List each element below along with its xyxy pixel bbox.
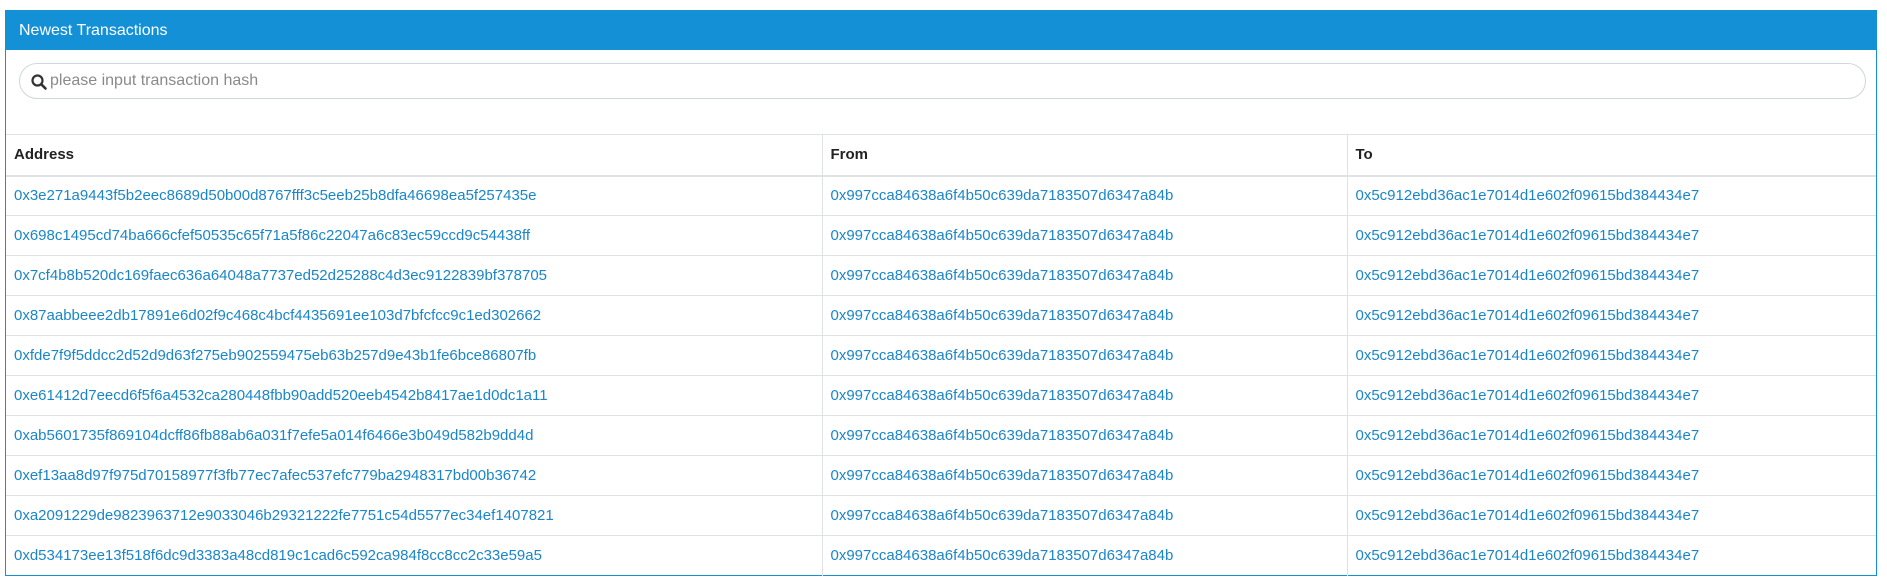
table-cell-address: 0x87aabbeee2db17891e6d02f9c468c4bcf44356…	[6, 295, 823, 336]
table-cell-to: 0x5c912ebd36ac1e7014d1e602f09615bd384434…	[1347, 455, 1876, 496]
table-cell-from: 0x997cca84638a6f4b50c639da7183507d6347a8…	[822, 255, 1348, 296]
to-address-link[interactable]: 0x5c912ebd36ac1e7014d1e602f09615bd384434…	[1356, 467, 1700, 484]
table-cell-address: 0x3e271a9443f5b2eec8689d50b00d8767fff3c5…	[6, 175, 823, 216]
table-cell-from: 0x997cca84638a6f4b50c639da7183507d6347a8…	[822, 375, 1348, 416]
table-row: 0xab5601735f869104dcff86fb88ab6a031f7efe…	[6, 415, 1876, 456]
search-area	[6, 50, 1876, 134]
table-cell-to: 0x5c912ebd36ac1e7014d1e602f09615bd384434…	[1347, 375, 1876, 416]
table-cell-address: 0x698c1495cd74ba666cfef50535c65f71a5f86c…	[6, 215, 823, 256]
table-row: 0x7cf4b8b520dc169faec636a64048a7737ed52d…	[6, 255, 1876, 296]
table-cell-to: 0x5c912ebd36ac1e7014d1e602f09615bd384434…	[1347, 415, 1876, 456]
to-address-link[interactable]: 0x5c912ebd36ac1e7014d1e602f09615bd384434…	[1356, 507, 1700, 524]
table-cell-from: 0x997cca84638a6f4b50c639da7183507d6347a8…	[822, 215, 1348, 256]
to-address-link[interactable]: 0x5c912ebd36ac1e7014d1e602f09615bd384434…	[1356, 307, 1700, 324]
to-address-link[interactable]: 0x5c912ebd36ac1e7014d1e602f09615bd384434…	[1356, 427, 1700, 444]
transaction-address-link[interactable]: 0x3e271a9443f5b2eec8689d50b00d8767fff3c5…	[14, 187, 536, 204]
table-cell-from: 0x997cca84638a6f4b50c639da7183507d6347a8…	[822, 295, 1348, 336]
transaction-address-link[interactable]: 0xa2091229de9823963712e9033046b29321222f…	[14, 507, 554, 524]
table-cell-from: 0x997cca84638a6f4b50c639da7183507d6347a8…	[822, 455, 1348, 496]
table-cell-to: 0x5c912ebd36ac1e7014d1e602f09615bd384434…	[1347, 335, 1876, 376]
search-icon	[31, 74, 47, 90]
transaction-hash-search-input[interactable]	[50, 64, 1851, 98]
to-address-link[interactable]: 0x5c912ebd36ac1e7014d1e602f09615bd384434…	[1356, 187, 1700, 204]
transaction-address-link[interactable]: 0xab5601735f869104dcff86fb88ab6a031f7efe…	[14, 427, 533, 444]
table-cell-to: 0x5c912ebd36ac1e7014d1e602f09615bd384434…	[1347, 175, 1876, 216]
column-header-address: Address	[6, 134, 823, 177]
table-cell-from: 0x997cca84638a6f4b50c639da7183507d6347a8…	[822, 535, 1348, 576]
from-address-link[interactable]: 0x997cca84638a6f4b50c639da7183507d6347a8…	[831, 467, 1174, 484]
table-cell-to: 0x5c912ebd36ac1e7014d1e602f09615bd384434…	[1347, 215, 1876, 256]
from-address-link[interactable]: 0x997cca84638a6f4b50c639da7183507d6347a8…	[831, 547, 1174, 564]
table-cell-from: 0x997cca84638a6f4b50c639da7183507d6347a8…	[822, 415, 1348, 456]
table-row: 0xfde7f9f5ddcc2d52d9d63f275eb902559475eb…	[6, 335, 1876, 376]
from-address-link[interactable]: 0x997cca84638a6f4b50c639da7183507d6347a8…	[831, 187, 1174, 204]
table-cell-address: 0xe61412d7eecd6f5f6a4532ca280448fbb90add…	[6, 375, 823, 416]
transaction-address-link[interactable]: 0xfde7f9f5ddcc2d52d9d63f275eb902559475eb…	[14, 347, 536, 364]
table-cell-to: 0x5c912ebd36ac1e7014d1e602f09615bd384434…	[1347, 495, 1876, 536]
table-cell-to: 0x5c912ebd36ac1e7014d1e602f09615bd384434…	[1347, 255, 1876, 296]
transaction-address-link[interactable]: 0xd534173ee13f518f6dc9d3383a48cd819c1cad…	[14, 547, 542, 564]
column-header-to: To	[1347, 134, 1876, 177]
from-address-link[interactable]: 0x997cca84638a6f4b50c639da7183507d6347a8…	[831, 307, 1174, 324]
table-cell-address: 0xab5601735f869104dcff86fb88ab6a031f7efe…	[6, 415, 823, 456]
from-address-link[interactable]: 0x997cca84638a6f4b50c639da7183507d6347a8…	[831, 347, 1174, 364]
from-address-link[interactable]: 0x997cca84638a6f4b50c639da7183507d6347a8…	[831, 227, 1174, 244]
transaction-address-link[interactable]: 0xe61412d7eecd6f5f6a4532ca280448fbb90add…	[14, 387, 548, 404]
table-cell-to: 0x5c912ebd36ac1e7014d1e602f09615bd384434…	[1347, 295, 1876, 336]
table-cell-from: 0x997cca84638a6f4b50c639da7183507d6347a8…	[822, 175, 1348, 216]
table-row: 0xe61412d7eecd6f5f6a4532ca280448fbb90add…	[6, 375, 1876, 416]
transaction-address-link[interactable]: 0xef13aa8d97f975d70158977f3fb77ec7afec53…	[14, 467, 536, 484]
table-row: 0xef13aa8d97f975d70158977f3fb77ec7afec53…	[6, 455, 1876, 496]
table-cell-address: 0xfde7f9f5ddcc2d52d9d63f275eb902559475eb…	[6, 335, 823, 376]
table-row: 0x698c1495cd74ba666cfef50535c65f71a5f86c…	[6, 215, 1876, 256]
table-row: 0xd534173ee13f518f6dc9d3383a48cd819c1cad…	[6, 535, 1876, 576]
column-header-from: From	[822, 134, 1348, 177]
panel-title: Newest Transactions	[6, 11, 1876, 50]
table-row: 0x3e271a9443f5b2eec8689d50b00d8767fff3c5…	[6, 175, 1876, 216]
table-row: 0xa2091229de9823963712e9033046b29321222f…	[6, 495, 1876, 536]
to-address-link[interactable]: 0x5c912ebd36ac1e7014d1e602f09615bd384434…	[1356, 387, 1700, 404]
newest-transactions-panel: Newest Transactions Address From To 0x3e…	[5, 10, 1877, 576]
table-cell-from: 0x997cca84638a6f4b50c639da7183507d6347a8…	[822, 495, 1348, 536]
from-address-link[interactable]: 0x997cca84638a6f4b50c639da7183507d6347a8…	[831, 427, 1174, 444]
table-row: 0x87aabbeee2db17891e6d02f9c468c4bcf44356…	[6, 295, 1876, 336]
to-address-link[interactable]: 0x5c912ebd36ac1e7014d1e602f09615bd384434…	[1356, 547, 1700, 564]
from-address-link[interactable]: 0x997cca84638a6f4b50c639da7183507d6347a8…	[831, 387, 1174, 404]
table-cell-to: 0x5c912ebd36ac1e7014d1e602f09615bd384434…	[1347, 536, 1876, 576]
table-cell-address: 0xa2091229de9823963712e9033046b29321222f…	[6, 495, 823, 536]
table-cell-address: 0x7cf4b8b520dc169faec636a64048a7737ed52d…	[6, 255, 823, 296]
transaction-address-link[interactable]: 0x7cf4b8b520dc169faec636a64048a7737ed52d…	[14, 267, 547, 284]
transaction-address-link[interactable]: 0x698c1495cd74ba666cfef50535c65f71a5f86c…	[14, 227, 530, 244]
table-header-row: Address From To	[6, 134, 1876, 177]
from-address-link[interactable]: 0x997cca84638a6f4b50c639da7183507d6347a8…	[831, 507, 1174, 524]
search-box[interactable]	[19, 63, 1866, 99]
transactions-table: Address From To 0x3e271a9443f5b2eec8689d…	[6, 134, 1876, 576]
transactions-table-body: 0x3e271a9443f5b2eec8689d50b00d8767fff3c5…	[6, 175, 1876, 576]
table-cell-address: 0xef13aa8d97f975d70158977f3fb77ec7afec53…	[6, 455, 823, 496]
from-address-link[interactable]: 0x997cca84638a6f4b50c639da7183507d6347a8…	[831, 267, 1174, 284]
to-address-link[interactable]: 0x5c912ebd36ac1e7014d1e602f09615bd384434…	[1356, 347, 1700, 364]
to-address-link[interactable]: 0x5c912ebd36ac1e7014d1e602f09615bd384434…	[1356, 227, 1700, 244]
table-cell-address: 0xd534173ee13f518f6dc9d3383a48cd819c1cad…	[6, 535, 823, 576]
to-address-link[interactable]: 0x5c912ebd36ac1e7014d1e602f09615bd384434…	[1356, 267, 1700, 284]
transaction-address-link[interactable]: 0x87aabbeee2db17891e6d02f9c468c4bcf44356…	[14, 307, 541, 324]
table-cell-from: 0x997cca84638a6f4b50c639da7183507d6347a8…	[822, 335, 1348, 376]
